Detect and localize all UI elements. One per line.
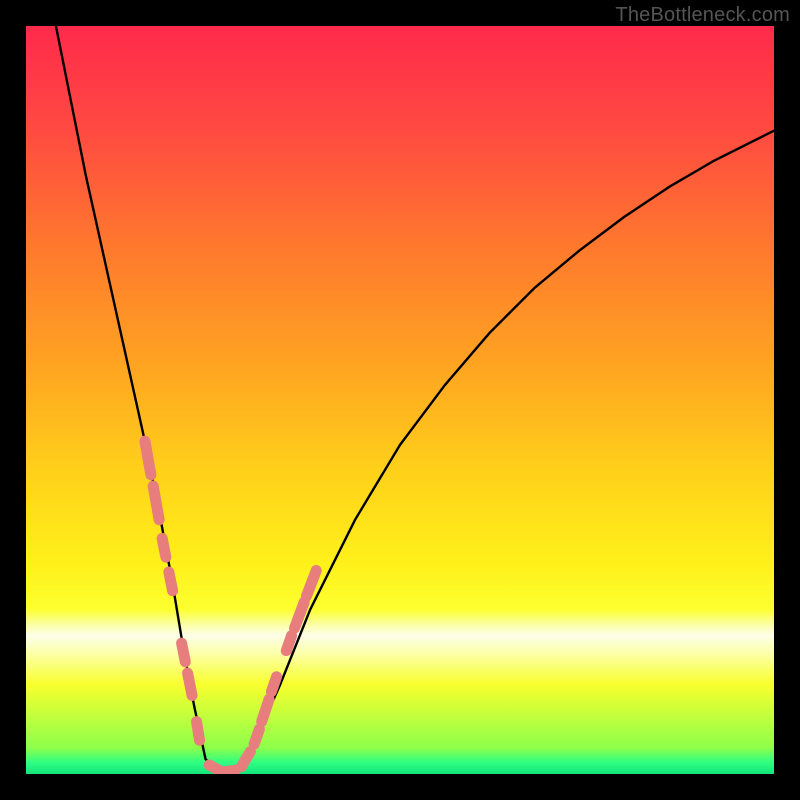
dash-marker xyxy=(254,729,259,744)
dash-marker xyxy=(169,572,173,591)
chart-svg xyxy=(26,26,774,774)
dash-marker xyxy=(145,441,151,475)
outer-frame: TheBottleneck.com xyxy=(0,0,800,800)
dash-marker xyxy=(271,677,276,692)
dash-marker xyxy=(241,752,250,767)
dash-marker xyxy=(286,636,291,651)
dash-marker xyxy=(162,538,166,557)
dash-marker xyxy=(188,673,192,695)
dash-marker xyxy=(209,765,219,770)
dash-marker xyxy=(224,770,235,772)
dash-marker xyxy=(182,643,186,662)
dash-marker xyxy=(153,486,159,520)
watermark-text: TheBottleneck.com xyxy=(615,4,790,27)
plot-area xyxy=(26,26,774,774)
gradient-bg xyxy=(26,26,774,774)
dash-marker xyxy=(262,699,269,721)
dash-marker xyxy=(197,722,200,741)
